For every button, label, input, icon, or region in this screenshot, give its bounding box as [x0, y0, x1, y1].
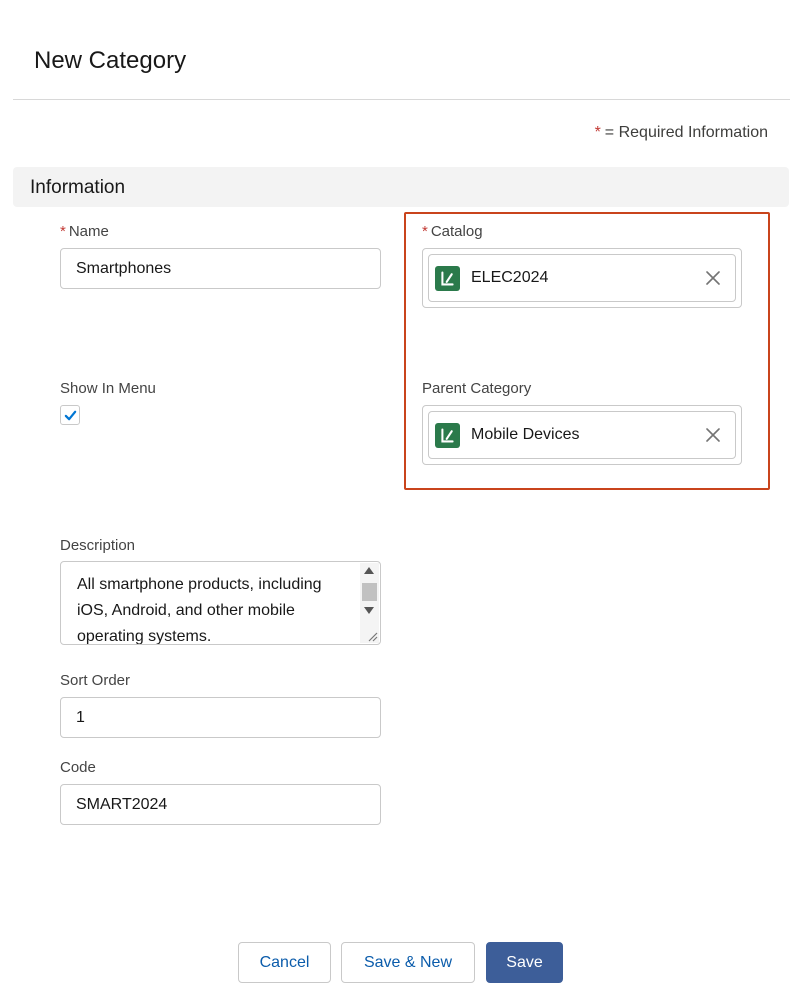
section-header[interactable]: Information — [13, 167, 789, 207]
cancel-button[interactable]: Cancel — [238, 942, 331, 983]
title-divider — [13, 99, 790, 100]
name-input[interactable]: Smartphones — [60, 248, 381, 289]
show-in-menu-checkbox[interactable] — [60, 405, 80, 425]
sort-order-input[interactable]: 1 — [60, 697, 381, 738]
checkmark-icon — [64, 410, 76, 420]
scroll-down-icon[interactable] — [364, 607, 374, 614]
save-and-new-button[interactable]: Save & New — [341, 942, 475, 983]
scroll-thumb[interactable] — [362, 583, 377, 601]
required-star: * — [594, 124, 601, 141]
description-textarea[interactable]: All smartphone products, including iOS, … — [60, 561, 381, 645]
description-text: All smartphone products, including iOS, … — [77, 576, 322, 645]
modal-title: New Category — [34, 47, 187, 74]
save-button[interactable]: Save — [486, 942, 563, 983]
scroll-up-icon[interactable] — [364, 567, 374, 574]
show-in-menu-label: Show In Menu — [60, 380, 156, 397]
sort-order-label: Sort Order — [60, 672, 131, 689]
code-input[interactable]: SMART2024 — [60, 784, 381, 825]
resize-handle-icon[interactable] — [366, 630, 378, 642]
required-legend: * = Required Information — [595, 124, 768, 142]
required-legend-text: = Required Information — [604, 124, 768, 141]
code-label: Code — [60, 759, 96, 776]
name-label: * Name — [60, 223, 109, 240]
required-star: * — [60, 223, 66, 240]
description-label: Description — [60, 537, 136, 554]
highlight-box — [404, 212, 770, 490]
section-title: Information — [30, 177, 126, 198]
